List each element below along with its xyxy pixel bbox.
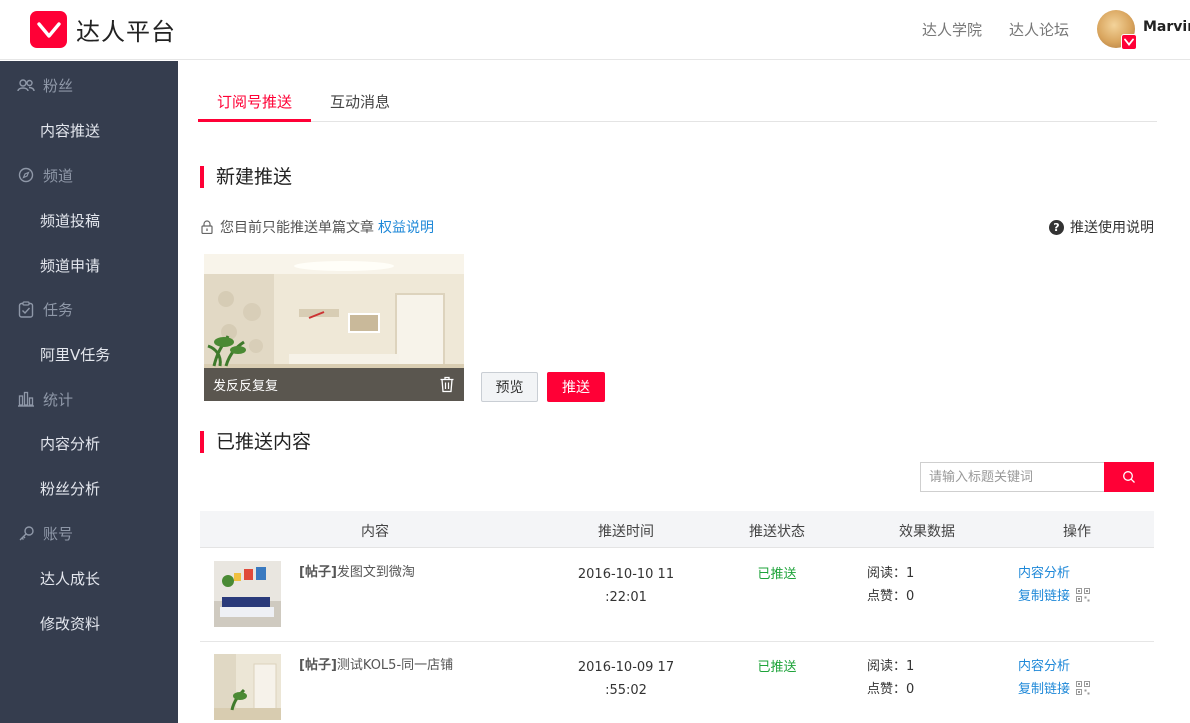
effect-stats: 阅读：1 点赞：0: [867, 655, 914, 701]
article-title-text: 测试KOL5-同一店铺: [336, 658, 454, 673]
effect-stats: 阅读：1 点赞：0: [867, 562, 914, 608]
column-content: 内容: [361, 524, 389, 540]
qr-code-icon[interactable]: [1076, 588, 1091, 602]
article-title[interactable]: [帖子]发图文到微淘: [299, 561, 415, 580]
main-content: 订阅号推送 互动消息 新建推送 您目前只能推送单篇文章 权益说明 ? 推送使用说…: [178, 61, 1190, 723]
sidebar-group-label: 统计: [43, 390, 74, 409]
sidebar-group-task: 任务: [0, 287, 178, 331]
notice-text: 您目前只能推送单篇文章: [220, 220, 374, 236]
tab-bar: 订阅号推送 互动消息: [198, 61, 1157, 122]
content-analysis-link[interactable]: 内容分析: [1018, 655, 1090, 678]
search-icon: [1123, 471, 1135, 483]
copy-link-action[interactable]: 复制链接: [1018, 585, 1091, 608]
copy-link-label: 复制链接: [1018, 682, 1071, 697]
article-title-text: 发图文到微淘: [336, 565, 415, 580]
push-time-line2: :22:01: [605, 590, 647, 605]
table-row: [帖子]测试KOL5-同一店铺 2016-10-09 17:55:02 已推送 …: [200, 642, 1154, 723]
sidebar-item-channel-apply[interactable]: 频道申请: [0, 243, 178, 287]
push-time-line1: 2016-10-10 11: [577, 567, 675, 582]
column-actions: 操作: [1063, 524, 1091, 540]
column-effect-data: 效果数据: [899, 524, 955, 540]
help-text: 推送使用说明: [1070, 220, 1154, 236]
qr-code-icon[interactable]: [1076, 681, 1091, 695]
sidebar-item-edit-profile[interactable]: 修改资料: [0, 601, 178, 645]
copy-link-label: 复制链接: [1018, 589, 1071, 604]
username[interactable]: Marvin|: [1143, 19, 1190, 35]
article-title[interactable]: [帖子]测试KOL5-同一店铺: [299, 654, 453, 673]
v-logo-icon: [30, 11, 67, 48]
fans-icon: [17, 76, 35, 94]
sidebar-item-content-push[interactable]: 内容推送: [0, 108, 178, 152]
trash-icon[interactable]: [439, 376, 455, 393]
status-badge: 已推送: [757, 660, 797, 675]
push-time-line2: :55:02: [605, 683, 647, 698]
search-box: [920, 462, 1154, 492]
sidebar-group-label: 任务: [43, 300, 74, 319]
push-time-line1: 2016-10-09 17: [577, 660, 675, 675]
preview-button[interactable]: 预览: [481, 372, 538, 402]
sidebar-group-stats: 统计: [0, 377, 178, 421]
draft-article-card[interactable]: 发反反复复: [204, 254, 464, 401]
question-icon: ?: [1049, 219, 1064, 235]
copy-link-action[interactable]: 复制链接: [1018, 678, 1091, 701]
push-help[interactable]: ? 推送使用说明: [1049, 217, 1154, 237]
sidebar-item-ali-v-task[interactable]: 阿里V任务: [0, 332, 178, 376]
status-badge: 已推送: [757, 567, 797, 582]
new-push-title: 新建推送: [200, 166, 292, 188]
v-badge-icon: [1121, 34, 1137, 50]
sidebar-item-growth[interactable]: 达人成长: [0, 556, 178, 600]
key-icon: [17, 524, 35, 542]
table-header: 内容 推送时间 推送状态 效果数据 操作: [200, 511, 1154, 548]
clipboard-icon: [17, 300, 35, 318]
active-tab-indicator: [198, 119, 311, 122]
sidebar-group-label: 频道: [43, 166, 74, 185]
column-push-status: 推送状态: [749, 524, 805, 540]
sidebar-item-fans-analysis[interactable]: 粉丝分析: [0, 466, 178, 510]
push-button[interactable]: 推送: [547, 372, 605, 402]
article-thumbnail[interactable]: [214, 654, 281, 720]
sidebar-group-label: 粉丝: [43, 76, 74, 95]
tab-interaction-messages[interactable]: 互动消息: [330, 91, 390, 112]
search-input[interactable]: [920, 462, 1104, 492]
column-push-time: 推送时间: [598, 524, 654, 540]
push-notice: 您目前只能推送单篇文章 权益说明: [200, 217, 434, 237]
pushed-content-title: 已推送内容: [200, 431, 311, 453]
content-analysis-link[interactable]: 内容分析: [1018, 562, 1090, 585]
brand-logo[interactable]: 达人平台: [30, 11, 176, 48]
article-tag: [帖子]: [299, 658, 337, 673]
article-thumbnail[interactable]: [214, 561, 281, 627]
compass-icon: [17, 166, 35, 184]
row-actions: 内容分析 复制链接: [1018, 655, 1091, 701]
bar-chart-icon: [17, 390, 35, 408]
brand-name: 达人平台: [76, 18, 176, 46]
read-count: 阅读：1: [867, 566, 915, 581]
like-count: 点赞：0: [867, 682, 915, 697]
article-tag: [帖子]: [299, 565, 337, 580]
top-header: 达人平台 达人学院 达人论坛 Marvin|: [0, 0, 1190, 60]
rights-link[interactable]: 权益说明: [378, 217, 434, 237]
card-title: 发反反复复: [213, 379, 279, 394]
forum-link[interactable]: 达人论坛: [1009, 19, 1069, 40]
table-row: [帖子]发图文到微淘 2016-10-10 11 :22:01 已推送 阅读：1 点…: [200, 549, 1154, 642]
sidebar-group-fans: 粉丝: [0, 63, 178, 107]
sidebar: 粉丝 内容推送 频道 频道投稿 频道申请 任务 阿里V任务 统计 内容分析 粉丝…: [0, 61, 178, 723]
sidebar-group-channel: 频道: [0, 153, 178, 197]
sidebar-group-label: 账号: [43, 524, 74, 543]
tab-subscription-push[interactable]: 订阅号推送: [217, 91, 292, 112]
avatar[interactable]: [1097, 10, 1137, 50]
like-count: 点赞：0: [867, 589, 915, 604]
sidebar-group-account: 账号: [0, 511, 178, 555]
read-count: 阅读：1: [867, 659, 915, 674]
row-actions: 内容分析 复制链接: [1018, 562, 1091, 608]
academy-link[interactable]: 达人学院: [922, 19, 982, 40]
search-button[interactable]: [1104, 462, 1154, 492]
sidebar-item-channel-submit[interactable]: 频道投稿: [0, 198, 178, 242]
sidebar-item-content-analysis[interactable]: 内容分析: [0, 421, 178, 465]
card-title-bar: 发反反复复: [204, 368, 464, 401]
lock-icon: [201, 220, 213, 234]
